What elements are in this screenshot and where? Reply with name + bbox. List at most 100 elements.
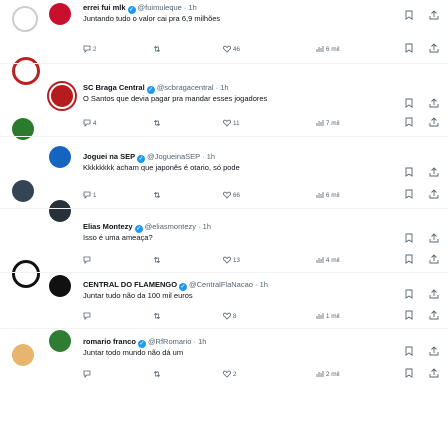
author-handle[interactable]: @JogueinaSEP — [147, 152, 200, 161]
like-button[interactable]: 2 — [223, 369, 236, 381]
settings-icon[interactable] — [12, 57, 40, 85]
reply-button[interactable]: 1 — [83, 190, 96, 202]
bookmark-icon[interactable] — [404, 98, 414, 108]
retweet-button[interactable] — [153, 255, 161, 267]
retweet-icon — [153, 46, 161, 53]
bookmark-icon[interactable] — [404, 10, 414, 20]
timestamp[interactable]: 1h — [220, 83, 228, 92]
share-icon[interactable] — [429, 167, 439, 177]
views-button[interactable]: 2 mil — [316, 369, 340, 381]
bookmark-icon[interactable] — [404, 233, 414, 243]
bookmark-icon[interactable] — [404, 43, 414, 53]
views-icon — [316, 192, 324, 199]
author-handle[interactable]: @CentralFlaNacao — [189, 280, 253, 289]
author-handle[interactable]: @scbragacentral — [157, 83, 214, 92]
retweet-icon — [153, 313, 161, 320]
timestamp[interactable]: 1h — [189, 3, 197, 12]
views-button[interactable]: 6 mil — [316, 44, 340, 56]
reply-button[interactable]: 4 — [83, 118, 96, 130]
author-handle[interactable]: @eliasmontezy — [145, 222, 196, 231]
avatar[interactable] — [49, 3, 71, 25]
avatar[interactable] — [49, 146, 71, 168]
tweet[interactable]: errei fui mlk ✓ @fuimuleque · 1h Juntando … — [83, 3, 393, 24]
tweet-header: CENTRAL DO FLAMENGO ✓ @CentralFlaNacao · 1… — [83, 280, 268, 291]
retweet-icon — [153, 192, 161, 199]
reply-button[interactable] — [83, 311, 91, 323]
grid-icon[interactable] — [12, 344, 34, 366]
avatar[interactable] — [49, 83, 75, 109]
like-button[interactable]: 11 — [223, 118, 240, 130]
bookmark-icon[interactable] — [404, 117, 414, 127]
avatar[interactable] — [49, 330, 71, 352]
author-handle[interactable]: @fuimuleque — [138, 3, 182, 12]
reply-button[interactable]: 2 — [83, 44, 96, 56]
heart-icon — [223, 46, 231, 53]
tweet[interactable]: CENTRAL DO FLAMENGO ✓ @CentralFlaNacao · 1… — [83, 280, 393, 301]
retweet-button[interactable] — [153, 369, 161, 381]
author-handle[interactable]: @RfRomario — [148, 337, 191, 346]
share-icon[interactable] — [429, 233, 439, 243]
author-name[interactable]: errei fui mlk — [83, 3, 126, 12]
timestamp[interactable]: 1h — [203, 222, 211, 231]
share-icon[interactable] — [429, 346, 439, 356]
verified-icon: ✓ — [137, 155, 146, 163]
author-name[interactable]: Joguei na SEP — [83, 152, 135, 161]
tweet[interactable]: romario franco ✓ @RfRomario · 1h Juntar to… — [83, 337, 393, 358]
share-icon[interactable] — [429, 289, 439, 299]
bookmark-icon[interactable] — [404, 310, 414, 320]
share-icon[interactable] — [429, 43, 439, 53]
like-button[interactable]: 13 — [223, 255, 240, 267]
like-button[interactable]: 66 — [223, 190, 240, 202]
reply-button[interactable] — [83, 255, 91, 267]
reply-button[interactable] — [83, 369, 91, 381]
bookmark-icon[interactable] — [404, 289, 414, 299]
like-button[interactable]: 8 — [223, 311, 236, 323]
share-icon[interactable] — [429, 98, 439, 108]
author-name[interactable]: Elias Montezy — [83, 222, 133, 231]
tweet-text: Kkkkkkkk acham que japonês é otario, só … — [83, 163, 240, 172]
author-name[interactable]: CENTRAL DO FLAMENGO — [83, 280, 177, 289]
avatar[interactable] — [49, 200, 71, 222]
share-icon[interactable] — [429, 117, 439, 127]
verified-icon: ✓ — [146, 86, 155, 94]
bookmark-icon[interactable] — [404, 368, 414, 378]
like-button[interactable]: 46 — [223, 44, 240, 56]
tweet[interactable]: SC Braga Central ✓ @scbragacentral · 1h O … — [83, 83, 393, 104]
message-icon[interactable] — [12, 6, 38, 32]
author-name[interactable]: SC Braga Central — [83, 83, 145, 92]
tweet-header: Joguei na SEP ✓ @JogueinaSEP · 1h — [83, 152, 216, 163]
tweet-header: errei fui mlk ✓ @fuimuleque · 1h — [83, 3, 197, 14]
retweet-button[interactable] — [153, 311, 161, 323]
share-icon[interactable] — [429, 189, 439, 199]
retweet-button[interactable] — [153, 190, 161, 202]
timestamp[interactable]: 1h — [207, 152, 215, 161]
views-button[interactable]: 7 mil — [316, 118, 340, 130]
tweet-header: SC Braga Central ✓ @scbragacentral · 1h — [83, 83, 229, 94]
retweet-button[interactable] — [153, 44, 161, 56]
bookmark-icon[interactable] — [404, 346, 414, 356]
tweet[interactable]: Elias Montezy ✓ @eliasmontezy · 1h Isso é … — [83, 222, 393, 243]
tweet[interactable]: Joguei na SEP ✓ @JogueinaSEP · 1h Kkkkkkkk… — [83, 152, 393, 173]
tweet-header: Elias Montezy ✓ @eliasmontezy · 1h — [83, 222, 212, 233]
share-icon[interactable] — [429, 254, 439, 264]
people-icon[interactable] — [12, 180, 34, 202]
share-icon[interactable] — [429, 310, 439, 320]
share-icon[interactable] — [429, 368, 439, 378]
timestamp[interactable]: 1h — [260, 280, 268, 289]
tweet-text: Juntar todo mundo não dá um — [83, 348, 184, 357]
bookmark-icon[interactable] — [404, 189, 414, 199]
views-button[interactable]: 6 mil — [316, 190, 340, 202]
views-button[interactable]: 4 mil — [316, 255, 340, 267]
star-icon[interactable] — [12, 260, 40, 288]
views-button[interactable]: 1 mil — [316, 311, 340, 323]
tweet-text: Juntar tudo não da 100 mil euros — [83, 291, 193, 300]
bookmark-icon[interactable] — [404, 167, 414, 177]
avatar[interactable] — [49, 275, 71, 297]
share-icon[interactable] — [429, 10, 439, 20]
author-name[interactable]: romario franco — [83, 337, 136, 346]
timestamp[interactable]: 1h — [198, 337, 206, 346]
retweet-button[interactable] — [153, 118, 161, 130]
verified-icon: ✓ — [134, 225, 143, 233]
bookmark-icon[interactable] — [404, 254, 414, 264]
verified-icon: ✓ — [137, 340, 146, 348]
